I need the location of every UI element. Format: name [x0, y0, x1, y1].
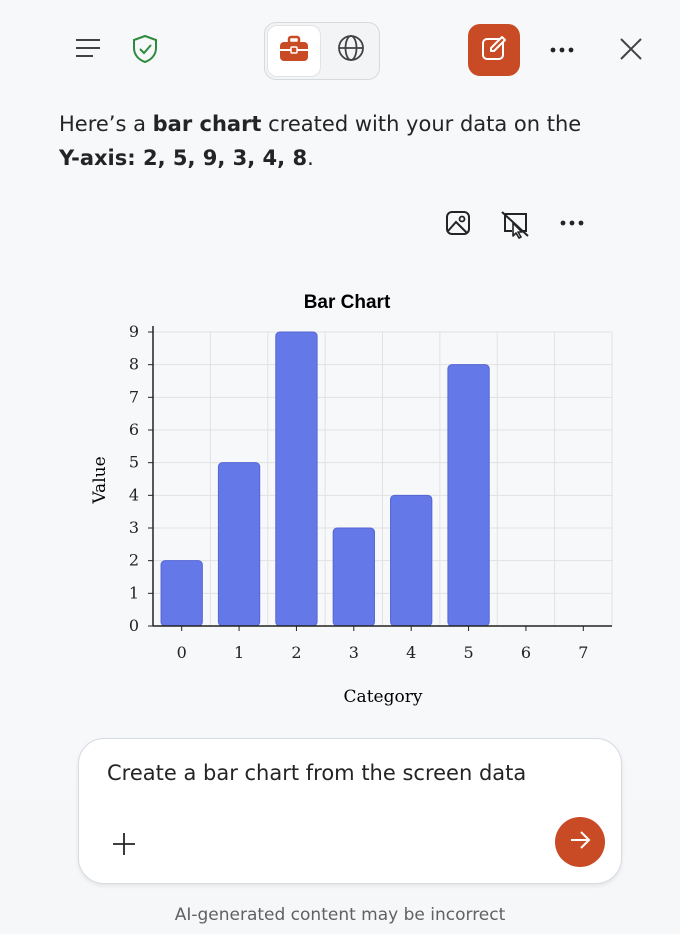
copilot-panel: Here’s a bar chart created with your dat… — [0, 0, 680, 934]
new-chat-button[interactable] — [468, 24, 520, 76]
x-axis-label: Category — [344, 687, 423, 707]
x-tick-label: 1 — [234, 643, 244, 662]
web-mode-button[interactable] — [325, 25, 377, 75]
compose-icon — [480, 34, 508, 66]
message-text-end: . — [307, 146, 314, 170]
bar-chart: Bar Chart 0 1 2 3 4 5 6 7 8 9 0 1 2 3 4 5 6 7 Category Va… — [60, 280, 640, 720]
x-tick-label: 4 — [406, 643, 416, 662]
y-tick-label: 4 — [129, 485, 139, 504]
y-axis-label: Value — [90, 456, 110, 504]
mode-toggle — [264, 22, 380, 80]
bar-chart-svg: Bar Chart 0 1 2 3 4 5 6 7 8 9 0 1 2 3 4 5 6 7 Category Va… — [90, 292, 613, 707]
assistant-message: Here’s a bar chart created with your dat… — [59, 107, 619, 175]
y-tick-label: 2 — [129, 551, 139, 570]
top-bar — [0, 0, 680, 100]
y-tick-label: 7 — [129, 387, 139, 406]
x-tick-label: 7 — [578, 643, 588, 662]
briefcase-icon — [278, 35, 310, 67]
image-icon[interactable] — [440, 205, 476, 241]
bar-0 — [160, 560, 203, 627]
y-tick-label: 0 — [129, 616, 139, 635]
x-tick-label: 0 — [177, 643, 187, 662]
x-tick-label: 3 — [349, 643, 359, 662]
chart-title: Bar Chart — [304, 292, 391, 313]
x-tick-label: 6 — [521, 643, 531, 662]
y-tick-label: 5 — [129, 453, 139, 472]
bar-3 — [332, 527, 375, 627]
more-options-icon[interactable] — [544, 36, 580, 64]
y-tick-label: 8 — [129, 355, 139, 374]
disclaimer-text: AI-generated content may be incorrect — [174, 905, 506, 925]
y-tick-label: 3 — [129, 518, 139, 537]
message-text-mid: created with your data on the — [261, 112, 582, 136]
bar-5 — [447, 364, 490, 627]
x-tick-label: 2 — [291, 643, 301, 662]
message-input[interactable]: Create a bar chart from the screen data — [107, 761, 526, 785]
bar-4 — [390, 494, 433, 627]
composer: Create a bar chart from the screen data — [78, 738, 622, 884]
bar-1 — [217, 462, 261, 627]
y-tick-label: 1 — [129, 583, 139, 602]
message-text: Here’s a — [59, 112, 153, 136]
bar-2 — [275, 331, 318, 627]
y-tick-label: 9 — [129, 322, 139, 341]
arrow-right-icon — [568, 828, 592, 856]
screen-off-icon[interactable] — [496, 205, 534, 243]
message-bold-chart: bar chart — [152, 112, 262, 136]
message-bold-values: Y-axis: 2, 5, 9, 3, 4, 8 — [59, 146, 308, 170]
plus-icon[interactable] — [107, 827, 141, 861]
close-icon[interactable] — [612, 30, 650, 68]
globe-icon — [336, 33, 366, 67]
hamburger-menu-icon[interactable] — [70, 33, 106, 63]
y-tick-label: 6 — [129, 420, 139, 439]
shield-check-icon[interactable] — [128, 32, 162, 66]
more-horizontal-icon[interactable] — [554, 208, 590, 238]
x-tick-label: 5 — [463, 643, 473, 662]
send-button[interactable] — [555, 817, 605, 867]
work-mode-button[interactable] — [267, 25, 321, 77]
